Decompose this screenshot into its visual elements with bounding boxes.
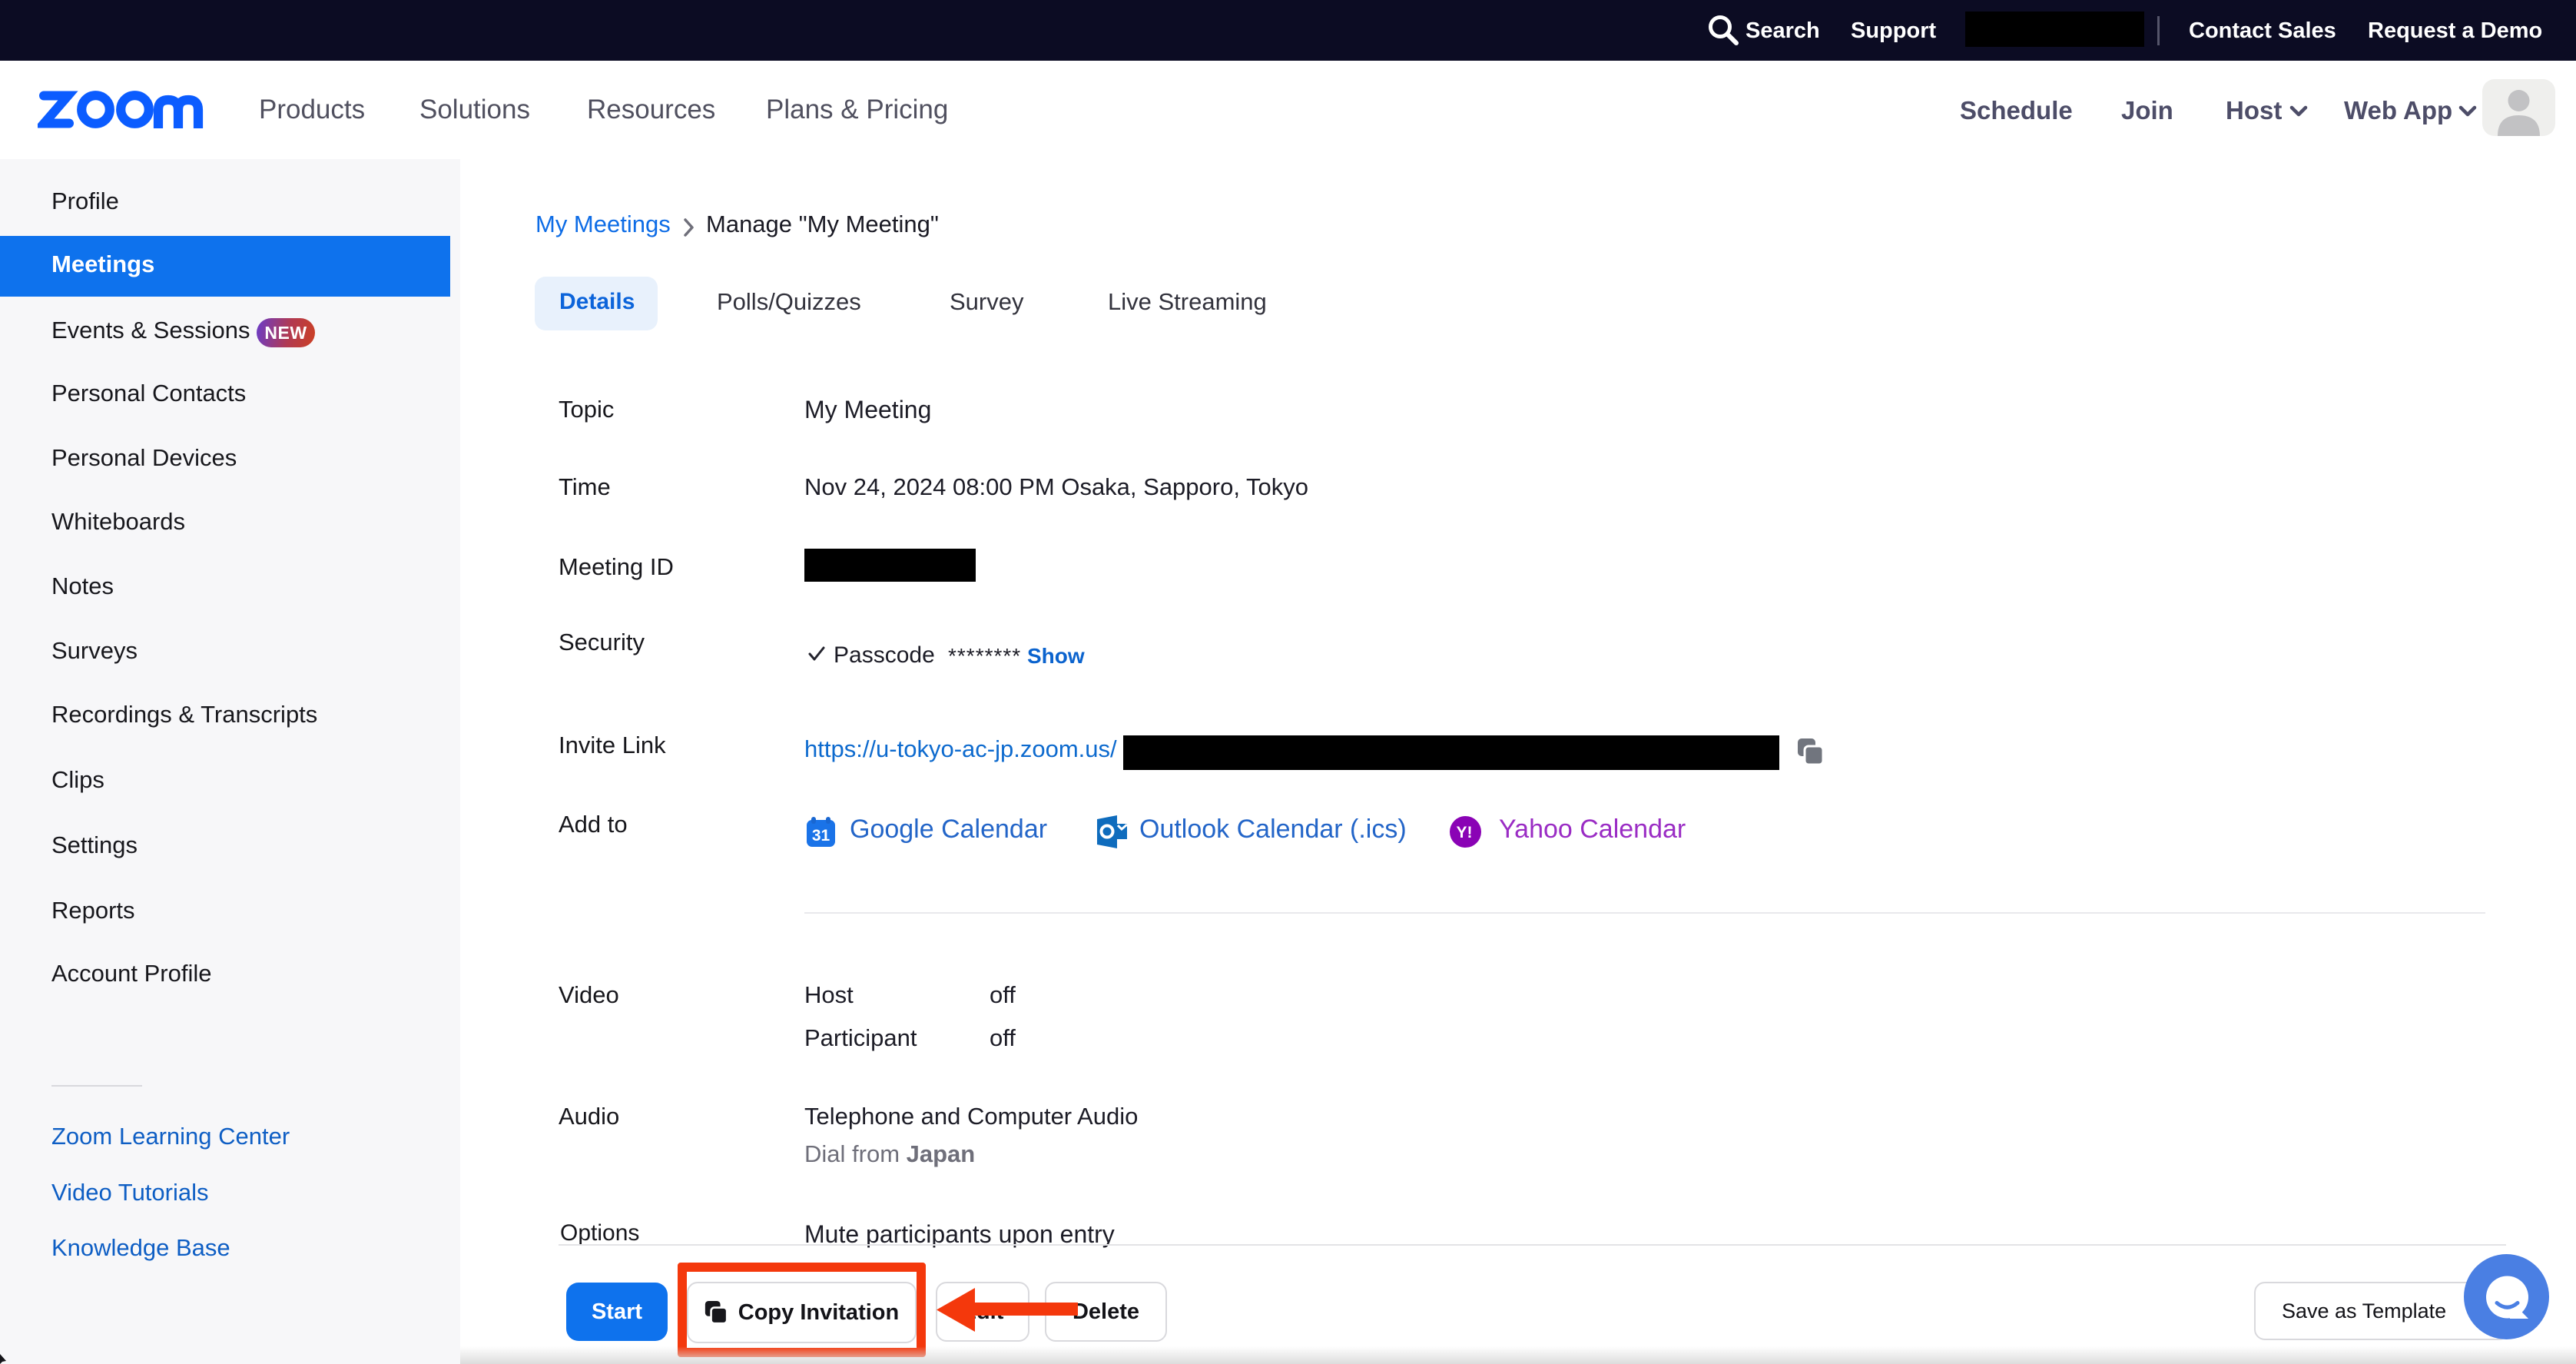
svg-text:31: 31: [812, 827, 830, 845]
svg-text:Y!: Y!: [1457, 824, 1473, 841]
